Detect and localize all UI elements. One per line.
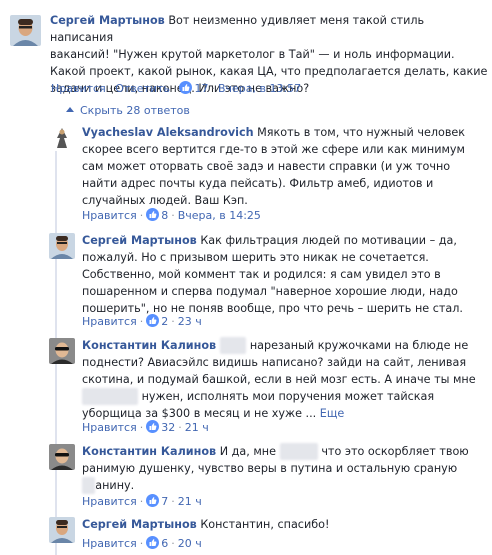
thumbs-up-icon: [146, 208, 160, 221]
reply-text: Vyacheslav Aleksandrovich Мякоть в том, …: [82, 126, 466, 207]
thumbs-up-icon: [146, 314, 160, 327]
likes-count[interactable]: 32: [146, 420, 175, 434]
thumbs-up-icon: [146, 494, 160, 507]
timestamp[interactable]: Вчера, в 13:57: [218, 82, 301, 95]
thumbs-up-icon: [146, 536, 160, 549]
hide-replies-toggle[interactable]: Скрыть 28 ответов: [66, 104, 190, 118]
avatar[interactable]: [49, 233, 75, 259]
timestamp[interactable]: 23 ч: [178, 315, 202, 328]
reply-author[interactable]: Константин Калинов: [82, 339, 216, 352]
like-button[interactable]: Нравится: [82, 537, 137, 550]
chevron-up-icon: [66, 107, 74, 112]
comment-actions: Нравится · Ответить · 17 · Вчера, в 13:57: [51, 81, 302, 95]
reply-button[interactable]: Ответить: [115, 82, 170, 95]
avatar[interactable]: [49, 338, 75, 364]
likes-count[interactable]: 6: [146, 536, 168, 550]
likes-count[interactable]: 17: [179, 81, 208, 95]
avatar[interactable]: [49, 517, 75, 543]
timestamp[interactable]: 21 ч: [185, 421, 209, 434]
likes-count[interactable]: 2: [146, 314, 168, 328]
reply-author[interactable]: Vyacheslav Aleksandrovich: [82, 126, 254, 139]
redacted-text: ху: [82, 477, 96, 494]
likes-count[interactable]: 8: [146, 208, 168, 222]
reply-actions: Нравится · 32 · 21 ч: [82, 420, 209, 434]
likes-count[interactable]: 7: [146, 494, 168, 508]
reply-actions: Нравится · 2 · 23 ч: [82, 314, 202, 328]
like-button[interactable]: Нравится: [82, 315, 137, 328]
redacted-text: на хуй не: [82, 388, 138, 405]
comment-author[interactable]: Сергей Мартынов: [50, 14, 165, 27]
reply-author[interactable]: Константин Калинов: [82, 445, 216, 458]
reply-actions: Нравится · 6 · 20 ч: [82, 536, 202, 550]
reply-text: Константин Калинов А ты нарезаный кружоч…: [82, 337, 476, 420]
like-button[interactable]: Нравится: [82, 421, 137, 434]
reply-text: Сергей Мартынов Константин, спасибо!: [82, 518, 330, 531]
reply-text: Сергей Мартынов Как фильтрация людей по …: [82, 234, 463, 315]
reply-author[interactable]: Сергей Мартынов: [82, 518, 197, 531]
timestamp[interactable]: Вчера, в 14:25: [178, 209, 261, 222]
timestamp[interactable]: 20 ч: [178, 537, 202, 550]
like-button[interactable]: Нравится: [51, 82, 106, 95]
like-button[interactable]: Нравится: [82, 495, 137, 508]
redacted-text: похуй,: [279, 443, 318, 460]
see-more-link[interactable]: Еще: [320, 407, 345, 420]
redacted-text: А ты: [219, 337, 247, 354]
reply-author[interactable]: Сергей Мартынов: [82, 234, 197, 247]
avatar[interactable]: [49, 125, 75, 151]
thumbs-up-icon: [179, 81, 193, 94]
reply-text: Константин Калинов И да, мне похуй, что …: [82, 443, 469, 494]
avatar[interactable]: [10, 15, 41, 46]
like-button[interactable]: Нравится: [82, 209, 137, 222]
avatar[interactable]: [49, 444, 75, 470]
thumbs-up-icon: [146, 420, 160, 433]
reply-actions: Нравится · 7 · 21 ч: [82, 494, 202, 508]
reply-actions: Нравится · 8 · Вчера, в 14:25: [82, 208, 261, 222]
timestamp[interactable]: 21 ч: [178, 495, 202, 508]
